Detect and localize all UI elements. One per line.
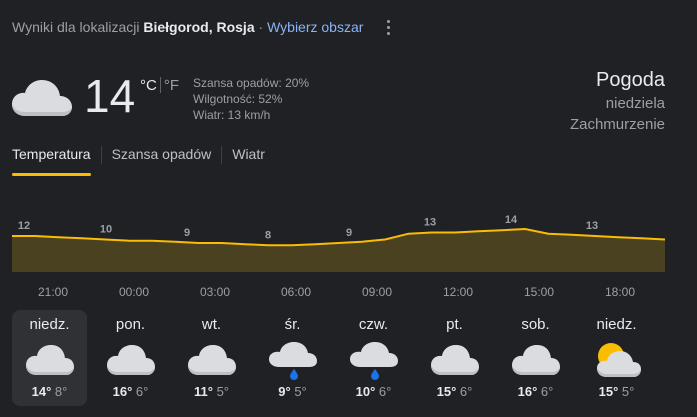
x-tick-label: 21:00 — [38, 285, 68, 299]
data-label: 13 — [424, 217, 436, 229]
day-forecast-1[interactable]: pon. 16° 6° — [93, 310, 168, 406]
day-high: 15° — [598, 384, 619, 399]
day-low: 6° — [378, 384, 392, 399]
cloud-rain-icon — [348, 340, 400, 380]
day-high: 11° — [193, 384, 213, 399]
day-forecast-3[interactable]: śr. 9° 5° — [255, 310, 330, 406]
day-name: wt. — [201, 316, 222, 333]
location-prefix: Wyniki dla lokalizacji — [12, 19, 140, 35]
x-tick-label: 00:00 — [119, 285, 149, 299]
tab-divider — [100, 146, 102, 164]
location-separator: · — [258, 19, 264, 35]
day-high: 16° — [112, 384, 133, 399]
weather-day: niedziela — [605, 95, 665, 112]
cloud-icon — [510, 340, 562, 380]
unit-fahrenheit[interactable]: °F — [164, 77, 179, 94]
tab-divider — [221, 146, 223, 164]
day-temps: 15° 6° — [417, 384, 492, 400]
data-label: 14 — [505, 214, 518, 226]
x-tick-label: 03:00 — [200, 285, 230, 299]
data-label: 10 — [100, 224, 112, 236]
day-temps: 9° 5° — [255, 384, 330, 400]
day-name: pon. — [115, 316, 146, 333]
x-tick-label: 06:00 — [281, 285, 311, 299]
day-forecast-2[interactable]: wt. 11° 5° — [174, 310, 249, 406]
x-tick-label: 12:00 — [443, 285, 473, 299]
tab-temperature[interactable]: Temperatura — [12, 146, 91, 176]
precip-chance: Szansa opadów: 20% — [193, 76, 310, 90]
weather-title: Pogoda — [596, 69, 665, 91]
data-label: 8 — [265, 229, 271, 241]
location-line: Wyniki dla lokalizacji Biełgorod, Rosja … — [12, 19, 363, 35]
temperature-chart: 12 10 9 8 9 13 14 13 21:00 00:00 03:00 06:00 09:00 12… — [12, 214, 665, 299]
day-temps: 11° 5° — [174, 384, 249, 400]
humidity: Wilgotność: 52% — [193, 92, 283, 106]
day-high: 16° — [517, 384, 538, 399]
day-temps: 15° 5° — [579, 384, 654, 400]
day-name: śr. — [284, 316, 301, 333]
tab-wind[interactable]: Wiatr — [232, 146, 265, 174]
x-tick-label: 09:00 — [362, 285, 392, 299]
unit-celsius[interactable]: °C — [140, 77, 157, 94]
cloud-rain-icon — [267, 340, 319, 380]
day-temps: 14° 8° — [12, 384, 87, 400]
cloud-icon — [24, 340, 76, 380]
partly-cloudy-icon — [591, 340, 643, 380]
choose-area-link[interactable]: Wybierz obszar — [267, 19, 363, 35]
weather-header: Pogoda niedziela Zachmurzenie — [570, 67, 665, 135]
day-name: sob. — [521, 316, 550, 333]
cloud-icon — [186, 340, 238, 380]
data-label: 9 — [184, 227, 190, 239]
weather-tabs: Temperatura Szansa opadów Wiatr — [12, 146, 265, 176]
more-vert-icon[interactable] — [381, 16, 395, 38]
day-name: czw. — [358, 316, 389, 333]
day-temps: 16° 6° — [498, 384, 573, 400]
day-low: 5° — [216, 384, 229, 399]
x-tick-label: 18:00 — [605, 285, 635, 299]
day-forecast-4[interactable]: czw. 10° 6° — [336, 310, 411, 406]
data-label: 13 — [586, 220, 598, 232]
day-low: 6° — [135, 384, 149, 399]
day-temps: 16° 6° — [93, 384, 168, 400]
weather-condition: Zachmurzenie — [569, 116, 665, 133]
day-high: 9° — [278, 384, 291, 399]
cloud-icon — [10, 74, 74, 122]
current-temperature: 14 — [84, 70, 136, 122]
day-low: 6° — [459, 384, 473, 399]
cloud-icon — [105, 340, 157, 380]
cloud-icon — [429, 340, 481, 380]
x-tick-label: 15:00 — [524, 285, 554, 299]
day-high: 14° — [31, 384, 52, 399]
day-low: 5° — [621, 384, 635, 399]
data-label: 12 — [18, 220, 30, 232]
tab-precipitation[interactable]: Szansa opadów — [112, 146, 212, 174]
day-forecast-7[interactable]: niedz. 15° 5° — [579, 310, 654, 406]
current-details: Szansa opadów: 20% Wilgotność: 52% Wiatr… — [193, 75, 309, 123]
day-forecast-6[interactable]: sob. 16° 6° — [498, 310, 573, 406]
day-name: niedz. — [596, 316, 637, 333]
day-high: 15° — [436, 384, 457, 399]
day-low: 6° — [540, 384, 554, 399]
data-label: 9 — [346, 227, 352, 239]
day-low: 5° — [294, 384, 307, 399]
wind-speed: Wiatr: 13 km/h — [193, 108, 271, 122]
day-forecast-0[interactable]: niedz. 14° 8° — [12, 310, 87, 406]
day-high: 10° — [355, 384, 376, 399]
day-temps: 10° 6° — [336, 384, 411, 400]
day-forecast-5[interactable]: pt. 15° 6° — [417, 310, 492, 406]
day-name: pt. — [446, 316, 463, 333]
unit-switch: °C °F — [140, 77, 179, 94]
location-name: Biełgorod, Rosja — [143, 19, 255, 35]
day-low: 8° — [54, 384, 68, 399]
day-name: niedz. — [29, 316, 70, 333]
unit-divider — [159, 77, 161, 93]
